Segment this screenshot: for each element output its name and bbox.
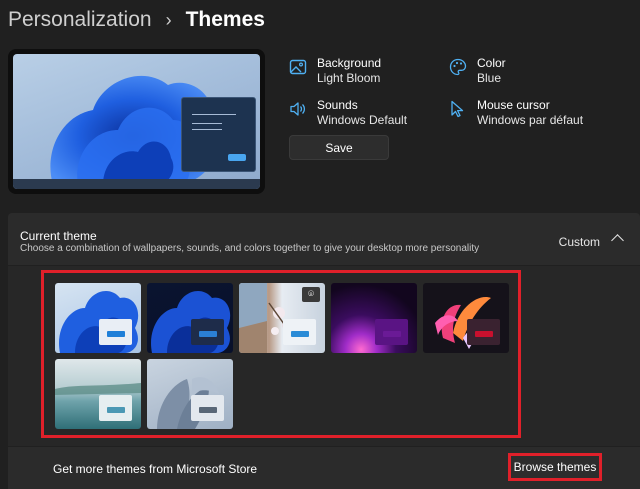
breadcrumb-parent[interactable]: Personalization	[8, 8, 152, 32]
background-label: Background	[317, 56, 382, 70]
store-footer-text: Get more themes from Microsoft Store	[53, 462, 258, 476]
color-label: Color	[477, 56, 506, 70]
page-title: Themes	[185, 8, 265, 31]
themes-highlight-frame	[41, 270, 521, 438]
cursor-label: Mouse cursor	[477, 98, 550, 112]
sounds-value: Windows Default	[317, 113, 408, 127]
background-setting[interactable]: Background Light Bloom	[289, 56, 381, 86]
sounds-setting[interactable]: Sounds Windows Default	[289, 98, 407, 128]
palette-icon	[449, 58, 467, 76]
current-theme-description: Choose a combination of wallpapers, soun…	[20, 243, 480, 254]
cursor-setting[interactable]: Mouse cursor Windows par défaut	[449, 98, 583, 128]
chevron-up-icon[interactable]	[611, 234, 624, 247]
sounds-label: Sounds	[317, 98, 358, 112]
breadcrumb: Personalization › Themes	[8, 8, 265, 32]
image-icon	[289, 59, 307, 75]
color-setting[interactable]: Color Blue	[449, 56, 506, 86]
current-theme-title: Current theme	[20, 229, 97, 243]
preview-window	[181, 97, 256, 172]
preview-wallpaper	[13, 54, 260, 189]
current-theme-header[interactable]: Current theme Choose a combination of wa…	[8, 213, 640, 265]
speaker-icon	[290, 102, 306, 116]
color-value: Blue	[477, 71, 502, 85]
preview-taskbar	[13, 179, 260, 189]
theme-preview	[8, 49, 265, 194]
breadcrumb-separator: ›	[165, 9, 172, 30]
cursor-icon	[451, 100, 464, 118]
browse-themes-button[interactable]: Browse themes	[508, 453, 602, 481]
cursor-value: Windows par défaut	[477, 113, 584, 127]
background-value: Light Bloom	[317, 71, 381, 85]
save-button[interactable]: Save	[289, 135, 389, 160]
current-theme-value: Custom	[558, 235, 600, 249]
